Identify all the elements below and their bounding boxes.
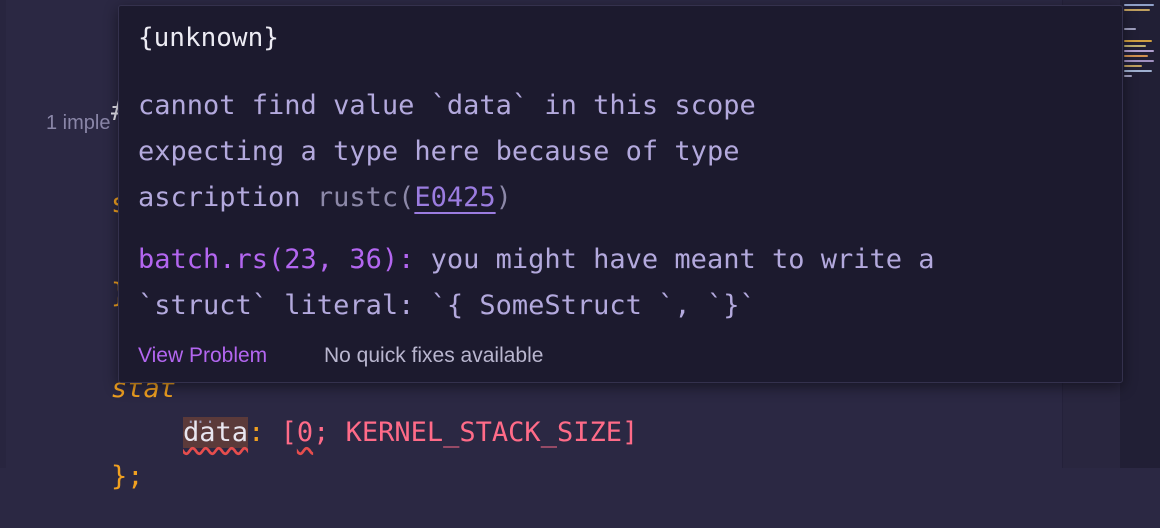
- minimap-line: [1124, 40, 1152, 42]
- minimap-line: [1124, 70, 1152, 72]
- related-info-line: `struct` literal: `{ SomeStruct `, `}`: [138, 290, 756, 321]
- minimap-line: [1124, 60, 1154, 62]
- colon: :: [248, 417, 265, 448]
- related-info-text: you might have meant to write a: [414, 244, 935, 275]
- error-message-line-with-source: ascription rustc(E0425): [138, 182, 512, 213]
- error-message-line: cannot find value `data` in this scope: [138, 90, 756, 121]
- kernel-stack-size-constant: KERNEL_STACK_SIZE: [345, 417, 622, 448]
- code-line-end: };: [46, 426, 144, 528]
- array-separator: ;: [313, 417, 346, 448]
- diagnostic-source: rustc(: [316, 182, 415, 213]
- error-code-link[interactable]: E0425: [414, 182, 495, 213]
- minimap-line: [1124, 28, 1136, 30]
- code-line-field: data: [0; KERNEL_STACK_SIZE]: [118, 382, 638, 484]
- gutter: [0, 0, 6, 468]
- code-line-close-brace: }: [46, 243, 127, 345]
- minimap-line: [1124, 9, 1150, 11]
- minimap-line: [1124, 4, 1154, 6]
- diagnostic-source-end: ): [495, 182, 512, 213]
- minimap-line: [1124, 50, 1154, 52]
- related-info-line: batch.rs(23, 36): you might have meant t…: [138, 244, 935, 275]
- no-quick-fixes-label: No quick fixes available: [324, 344, 544, 367]
- error-message-text: ascription: [138, 182, 317, 213]
- minimap-line: [1124, 75, 1132, 77]
- array-open: [: [264, 417, 297, 448]
- inline-hint-dots: ...: [186, 408, 215, 427]
- minimap-line: [1124, 65, 1142, 67]
- minimap-line: [1124, 55, 1148, 57]
- view-problem-button[interactable]: View Problem: [138, 344, 267, 368]
- diagnostic-hover-popup: {unknown} cannot find value `data` in th…: [118, 5, 1123, 383]
- hover-type-title: {unknown}: [138, 23, 279, 53]
- error-message-line: expecting a type here because of type: [138, 136, 740, 167]
- related-location-link[interactable]: batch.rs(23, 36):: [138, 244, 414, 275]
- end-brace-semicolon: };: [111, 461, 144, 492]
- array-length-literal: 0: [296, 417, 314, 448]
- minimap-line: [1124, 45, 1146, 47]
- minimap[interactable]: [1120, 0, 1160, 468]
- codelens-implementations[interactable]: 1 imple: [46, 112, 110, 135]
- array-close: ]: [621, 417, 639, 448]
